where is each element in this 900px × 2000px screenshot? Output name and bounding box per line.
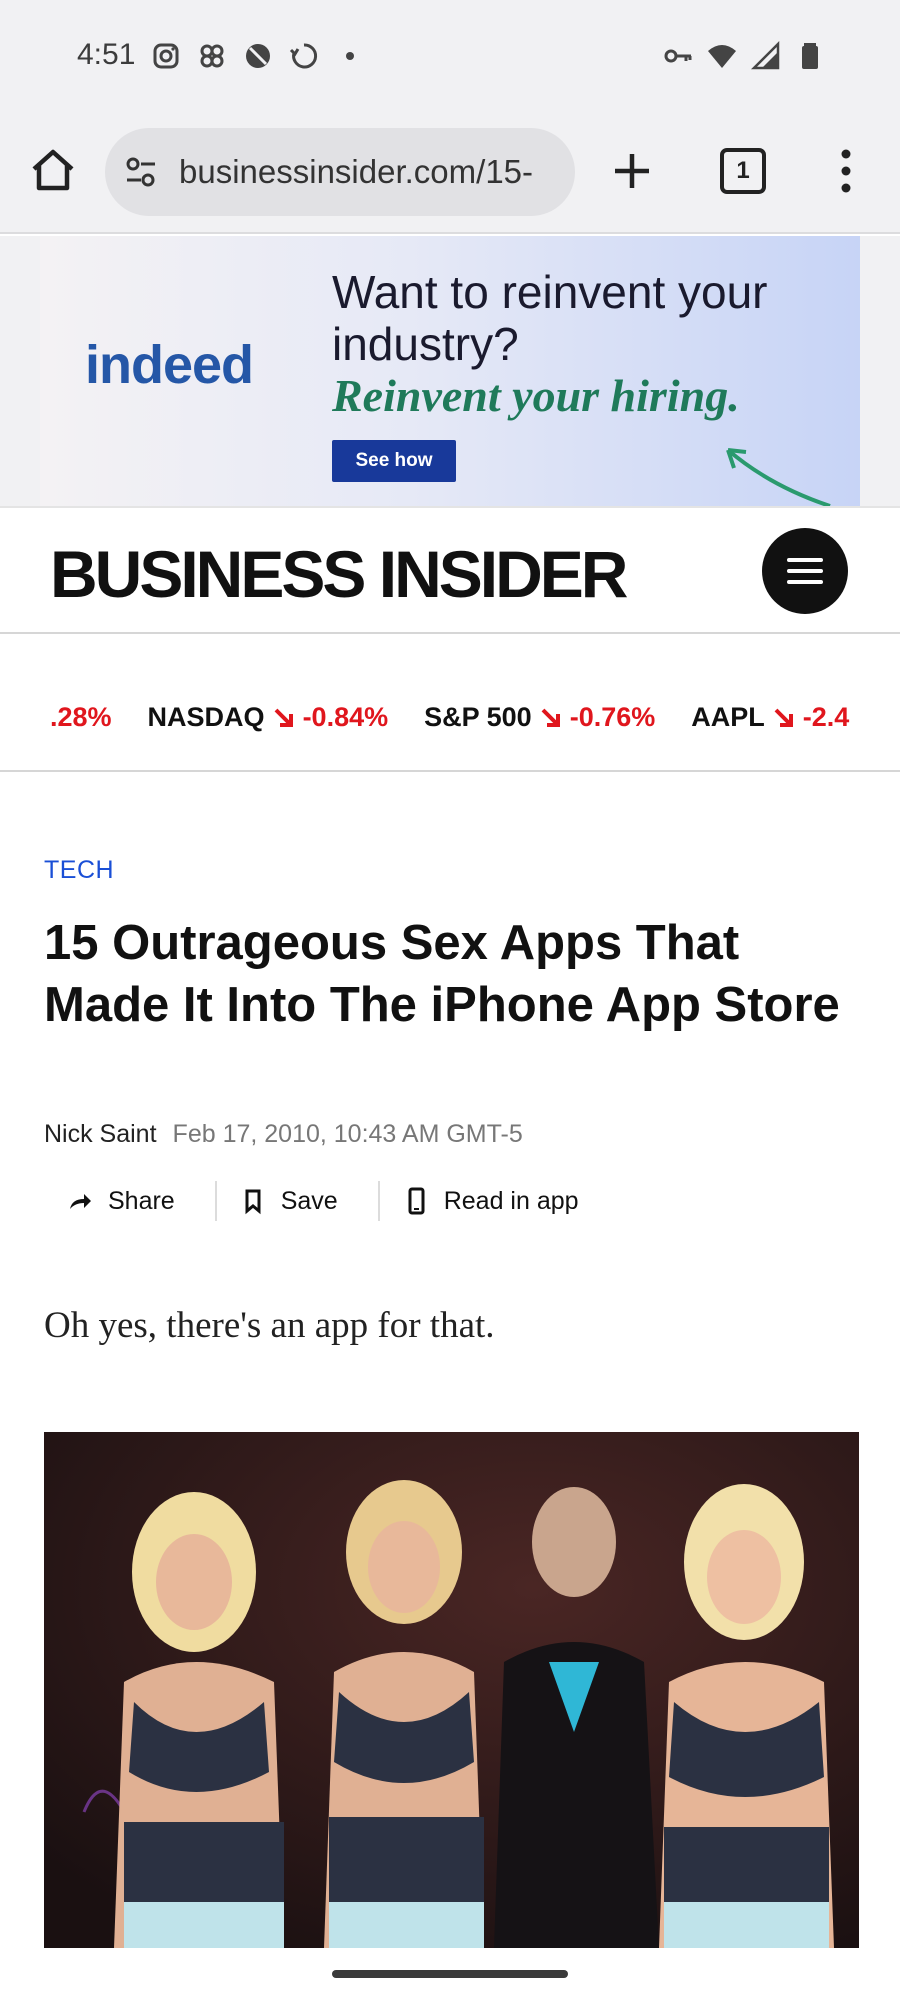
ad-headline: Want to reinvent your industry?	[332, 266, 768, 370]
tab-switcher-button[interactable]: 1	[720, 148, 766, 194]
market-ticker[interactable]: .28% NASDAQ -0.84% S&P 500 -0.76% AAPL -…	[0, 636, 900, 772]
ad-tagline: Reinvent your hiring.	[332, 370, 740, 421]
share-icon	[70, 1194, 91, 1209]
save-button[interactable]: Save	[214, 1181, 378, 1221]
ticker-item[interactable]: AAPL -2.4	[691, 702, 849, 733]
site-settings-icon[interactable]	[121, 152, 161, 192]
instagram-icon	[153, 43, 179, 69]
ticker-name: S&P 500	[424, 702, 532, 732]
ticker-item[interactable]: S&P 500 -0.76%	[424, 702, 655, 733]
notification-icons	[150, 40, 366, 72]
ticker-row: .28% NASDAQ -0.84% S&P 500 -0.76% AAPL -…	[50, 702, 885, 733]
more-menu-icon[interactable]	[826, 146, 866, 196]
publish-date: Feb 17, 2010, 10:43 AM GMT-5	[172, 1120, 523, 1148]
menu-line	[787, 569, 823, 573]
hero-photo-illustration	[44, 1432, 859, 1948]
tab-count: 1	[736, 157, 750, 184]
share-button[interactable]: Share	[44, 1181, 215, 1221]
dot-icon	[346, 52, 354, 60]
ad-container: indeed Want to reinvent your industry? R…	[0, 236, 900, 506]
article-lede: Oh yes, there's an app for that.	[44, 1305, 495, 1346]
url-text[interactable]: businessinsider.com/15-	[179, 153, 559, 191]
site-header: BUSINESS INSIDER	[0, 506, 900, 634]
article-hero-image[interactable]	[44, 1432, 859, 1948]
read-in-app-button[interactable]: Read in app	[377, 1181, 619, 1221]
address-bar[interactable]: businessinsider.com/15-	[105, 128, 575, 216]
down-arrow-icon	[774, 708, 793, 727]
article-actions: Share Save Read in app	[44, 1176, 619, 1226]
bookmark-icon	[245, 1189, 261, 1215]
wifi-icon	[708, 45, 736, 68]
ticker-value: -2.4	[802, 702, 850, 732]
article-category[interactable]: TECH	[44, 856, 114, 885]
article-headline: 15 Outrageous Sex Apps That Made It Into…	[44, 916, 840, 1032]
ticker-item[interactable]: .28%	[50, 702, 112, 733]
home-icon[interactable]	[26, 143, 80, 197]
read-in-app-label: Read in app	[443, 1186, 579, 1215]
status-bar: 4:51	[0, 0, 900, 112]
byline: Nick Saint Feb 17, 2010, 10:43 AM GMT-5	[44, 1120, 523, 1149]
signal-icon	[750, 40, 780, 70]
gesture-home-bar[interactable]	[332, 1970, 568, 1978]
ad-arrow-graphic	[726, 448, 831, 506]
save-label: Save	[280, 1186, 338, 1215]
ad-banner[interactable]: indeed Want to reinvent your industry? R…	[40, 236, 860, 506]
new-tab-icon[interactable]	[609, 148, 655, 194]
ad-cta-button[interactable]: See how	[332, 440, 456, 482]
pinwheel-icon	[200, 44, 224, 68]
browser-toolbar: businessinsider.com/15- 1	[0, 112, 900, 234]
ad-brand-logo: indeed	[85, 335, 254, 395]
ticker-name: NASDAQ	[147, 702, 265, 732]
ticker-item[interactable]: NASDAQ -0.84%	[148, 702, 389, 733]
site-menu-button[interactable]	[762, 528, 848, 614]
ticker-value: -0.84%	[302, 702, 389, 732]
sync-icon	[289, 43, 318, 69]
ticker-value: .28%	[50, 702, 112, 732]
phone-icon	[408, 1187, 425, 1215]
ticker-value: -0.76%	[569, 702, 656, 732]
blocked-icon	[246, 44, 270, 68]
menu-line	[787, 558, 823, 562]
ticker-name: AAPL	[691, 702, 765, 732]
share-label: Share	[108, 1186, 175, 1215]
system-icons	[662, 40, 826, 72]
down-arrow-icon	[274, 708, 293, 727]
status-time: 4:51	[77, 38, 136, 71]
menu-line	[787, 580, 823, 584]
battery-icon	[802, 43, 818, 69]
down-arrow-icon	[541, 708, 560, 727]
vpn-key-icon	[664, 49, 692, 63]
author-name[interactable]: Nick Saint	[44, 1120, 157, 1149]
site-logo[interactable]: BUSINESS INSIDER	[50, 536, 628, 612]
